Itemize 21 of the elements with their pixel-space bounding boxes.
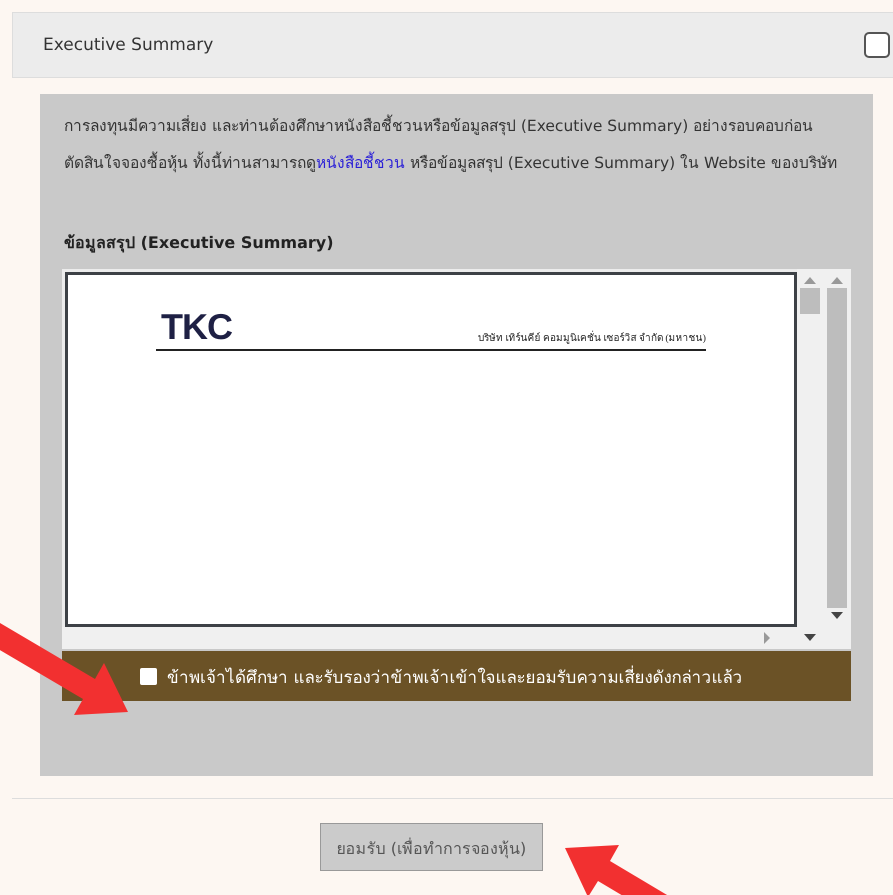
- section-title: Executive Summary: [43, 35, 214, 55]
- company-logo: TKC: [160, 309, 232, 345]
- accept-button[interactable]: ยอมรับ (เพื่อทำการจองหุ้น): [320, 823, 544, 871]
- header-checkbox[interactable]: [864, 32, 890, 58]
- consent-checkbox[interactable]: [140, 668, 157, 684]
- horizontal-scrollbar[interactable]: [62, 627, 797, 649]
- section-header[interactable]: Executive Summary: [12, 12, 893, 78]
- inner-scrollbar[interactable]: [797, 269, 823, 649]
- scroll-down-icon[interactable]: [831, 612, 843, 619]
- scroll-up-icon[interactable]: [831, 277, 843, 284]
- summary-heading: ข้อมูลสรุป (Executive Summary): [64, 232, 335, 255]
- scroll-right-icon[interactable]: [763, 632, 771, 644]
- intro-paragraph: การลงทุนมีความเสี่ยง และท่านต้องศึกษาหนังสือชี้ชวนหรือข้อมูลสรุป (Executive Summary) อย่างรอบคอบก่อนตัดสินใจจองซื้อหุ้น ทั้งนี้ท่านสามารถดูหนังสือชี้ชวน หรือข้อมูลสรุป (Executive Summary) ใน Website ของบริษัท: [64, 108, 851, 182]
- scroll-thumb[interactable]: [827, 288, 847, 608]
- consent-label: ข้าพเจ้าได้ศึกษา และรับรองว่าข้าพเจ้าเข้าใจและยอมรับความเสี่ยงดังกล่าวแล้ว: [167, 664, 742, 690]
- scroll-down-icon[interactable]: [804, 634, 816, 641]
- outer-scrollbar[interactable]: [823, 269, 851, 649]
- scroll-up-icon[interactable]: [804, 277, 816, 284]
- scroll-thumb[interactable]: [800, 288, 820, 314]
- company-name: บริษัท เทิร์นคีย์ คอมมูนิเคชั่น เซอร์วิส จำกัด (มหาชน): [478, 330, 706, 345]
- prospectus-link[interactable]: หนังสือชี้ชวน: [316, 154, 405, 172]
